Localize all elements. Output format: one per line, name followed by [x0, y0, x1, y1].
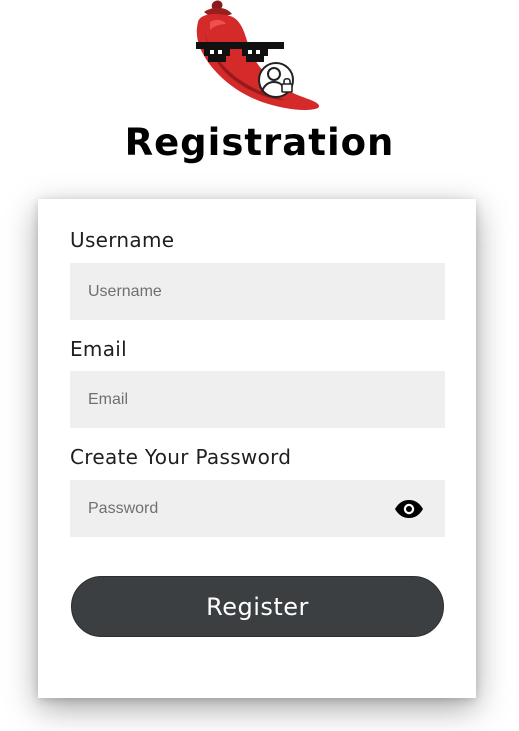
password-label: Create Your Password	[70, 445, 292, 469]
register-button[interactable]: Register	[71, 576, 444, 637]
show-password-toggle[interactable]	[392, 497, 426, 521]
username-input[interactable]	[70, 263, 445, 320]
chili-pepper-logo-icon	[196, 0, 320, 110]
registration-form-card: Username Email Create Your Password Regi…	[38, 199, 476, 698]
email-label: Email	[70, 337, 127, 361]
eye-icon	[395, 500, 423, 518]
email-input[interactable]	[70, 371, 445, 428]
username-label: Username	[70, 228, 175, 252]
app-logo	[190, 0, 325, 115]
password-input[interactable]	[70, 480, 445, 537]
page-title: Registration	[124, 121, 395, 164]
registration-page: Registration Username Email Create Your …	[0, 0, 519, 731]
